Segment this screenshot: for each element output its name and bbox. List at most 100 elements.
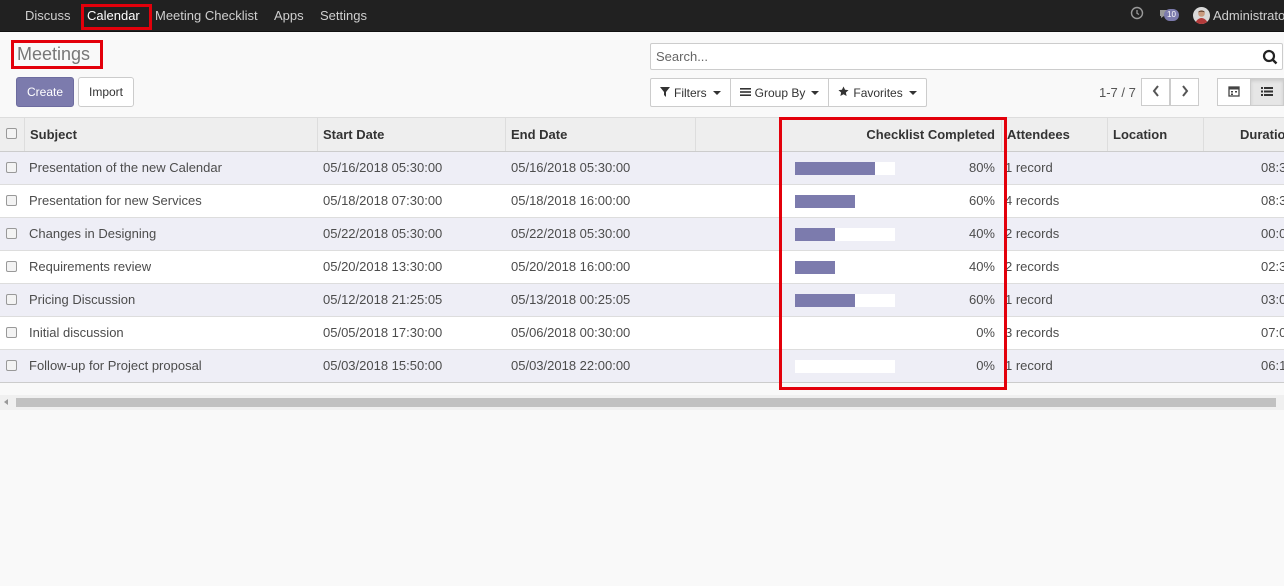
- cell-end-date: 05/06/2018 00:30:00: [511, 325, 631, 340]
- cell-subject: Requirements review: [29, 259, 152, 274]
- scrollbar-thumb[interactable]: [16, 398, 1276, 407]
- cell-subject: Initial discussion: [29, 325, 124, 340]
- chevron-down-icon: [712, 90, 721, 95]
- groupby-dropdown[interactable]: Group By: [729, 78, 830, 107]
- row-checkbox[interactable]: [6, 294, 17, 305]
- table-row[interactable]: Presentation for new Services 05/18/2018 …: [0, 185, 1284, 218]
- column-attendees[interactable]: Attendees: [1002, 118, 1108, 151]
- cell-start-date: 05/03/2018 15:50:00: [323, 358, 443, 373]
- cell-end-date: 05/20/2018 16:00:00: [511, 259, 631, 274]
- cell-start-date: 05/18/2018 07:30:00: [323, 193, 443, 208]
- row-checkbox[interactable]: [6, 162, 17, 173]
- cell-end-date: 05/18/2018 16:00:00: [511, 193, 631, 208]
- table-row[interactable]: Changes in Designing 05/22/2018 05:30:00 0…: [0, 218, 1284, 251]
- message-count-badge: 10: [1164, 9, 1179, 21]
- pager-previous-button[interactable]: [1141, 78, 1170, 106]
- chevron-left-icon: [1152, 84, 1160, 100]
- table-header: Subject Start Date End Date Checklist Co…: [0, 118, 1284, 152]
- list-bars-icon: [739, 86, 751, 100]
- cell-end-date: 05/03/2018 22:00:00: [511, 358, 631, 373]
- scroll-left-icon[interactable]: [4, 399, 8, 405]
- cell-duration: 03:00: [1261, 292, 1284, 307]
- nav-discuss[interactable]: Discuss: [25, 8, 71, 23]
- cell-start-date: 05/05/2018 17:30:00: [323, 325, 443, 340]
- search-options: Filters Group By Favorites: [650, 78, 927, 107]
- title-highlight-box: [11, 40, 103, 69]
- table-row[interactable]: Presentation of the new Calendar 05/16/20…: [0, 152, 1284, 185]
- pager-next-button[interactable]: [1170, 78, 1199, 106]
- table-row[interactable]: Initial discussion 05/05/2018 17:30:00 05/…: [0, 317, 1284, 350]
- cell-start-date: 05/20/2018 13:30:00: [323, 259, 443, 274]
- user-avatar[interactable]: [1193, 7, 1210, 24]
- checklist-highlight-box: [779, 117, 1007, 390]
- row-checkbox[interactable]: [6, 228, 17, 239]
- cell-subject: Changes in Designing: [29, 226, 157, 241]
- search-icon[interactable]: [1262, 49, 1278, 68]
- create-button[interactable]: Create: [16, 77, 74, 107]
- column-location[interactable]: Location: [1108, 118, 1204, 151]
- import-button[interactable]: Import: [78, 77, 134, 107]
- list-view-button[interactable]: [1250, 78, 1284, 106]
- nav-meeting-checklist[interactable]: Meeting Checklist: [155, 8, 258, 23]
- cell-subject: Follow-up for Project proposal: [29, 358, 202, 373]
- user-name[interactable]: Administrator: [1213, 8, 1284, 23]
- row-checkbox[interactable]: [6, 261, 17, 272]
- cell-attendees: 1 record: [1005, 292, 1053, 307]
- filter-icon: [660, 86, 670, 100]
- cell-attendees: 1 record: [1005, 160, 1053, 175]
- horizontal-scrollbar[interactable]: [0, 395, 1284, 410]
- filters-dropdown[interactable]: Filters: [650, 78, 731, 107]
- column-duration[interactable]: Duration: [1204, 118, 1284, 151]
- cell-start-date: 05/16/2018 05:30:00: [323, 160, 443, 175]
- table-row[interactable]: Pricing Discussion 05/12/2018 21:25:05 05/…: [0, 284, 1284, 317]
- groupby-label: Group By: [754, 85, 806, 100]
- cell-duration: 06:10: [1261, 358, 1284, 373]
- select-all-checkbox[interactable]: [6, 128, 17, 139]
- column-blank: [696, 118, 782, 151]
- column-start-date[interactable]: Start Date: [318, 118, 506, 151]
- cell-start-date: 05/22/2018 05:30:00: [323, 226, 443, 241]
- table-row[interactable]: Requirements review 05/20/2018 13:30:00 05…: [0, 251, 1284, 284]
- cell-duration: 08:30: [1261, 193, 1284, 208]
- calendar-highlight-box: [81, 4, 152, 30]
- pager-value[interactable]: 1-7 / 7: [1099, 85, 1136, 100]
- cell-end-date: 05/16/2018 05:30:00: [511, 160, 631, 175]
- calendar-view-button[interactable]: [1217, 78, 1251, 106]
- row-checkbox[interactable]: [6, 360, 17, 371]
- cell-duration: 08:30: [1261, 160, 1284, 175]
- clock-icon[interactable]: [1130, 6, 1144, 23]
- chevron-right-icon: [1181, 84, 1189, 100]
- favorites-dropdown[interactable]: Favorites: [828, 78, 927, 107]
- cell-duration: 00:00: [1261, 226, 1284, 241]
- row-checkbox[interactable]: [6, 195, 17, 206]
- cell-attendees: 2 records: [1005, 259, 1060, 274]
- search-box: [650, 43, 1283, 70]
- list-icon: [1261, 85, 1273, 100]
- cell-attendees: 2 records: [1005, 226, 1060, 241]
- calendar-icon: [1228, 85, 1240, 100]
- star-icon: [838, 85, 849, 100]
- cell-attendees: 3 records: [1005, 325, 1060, 340]
- cell-subject: Presentation of the new Calendar: [29, 160, 222, 175]
- cell-subject: Pricing Discussion: [29, 292, 136, 307]
- chevron-down-icon: [811, 90, 820, 95]
- cell-subject: Presentation for new Services: [29, 193, 202, 208]
- filters-label: Filters: [674, 85, 707, 100]
- column-end-date[interactable]: End Date: [506, 118, 696, 151]
- chevron-down-icon: [908, 90, 917, 95]
- nav-apps[interactable]: Apps: [274, 8, 304, 23]
- row-checkbox[interactable]: [6, 327, 17, 338]
- cell-end-date: 05/22/2018 05:30:00: [511, 226, 631, 241]
- meetings-table: Subject Start Date End Date Checklist Co…: [0, 117, 1284, 383]
- select-all-cell: [0, 118, 25, 151]
- nav-settings[interactable]: Settings: [320, 8, 367, 23]
- cell-attendees: 4 records: [1005, 193, 1060, 208]
- search-input[interactable]: [651, 44, 1241, 69]
- table-row[interactable]: Follow-up for Project proposal 05/03/2018…: [0, 350, 1284, 382]
- column-subject[interactable]: Subject: [25, 118, 318, 151]
- cell-duration: 07:00: [1261, 325, 1284, 340]
- cell-duration: 02:30: [1261, 259, 1284, 274]
- top-navbar: Discuss Calendar Meeting Checklist Apps …: [0, 0, 1284, 32]
- cell-start-date: 05/12/2018 21:25:05: [323, 292, 443, 307]
- favorites-label: Favorites: [853, 85, 903, 100]
